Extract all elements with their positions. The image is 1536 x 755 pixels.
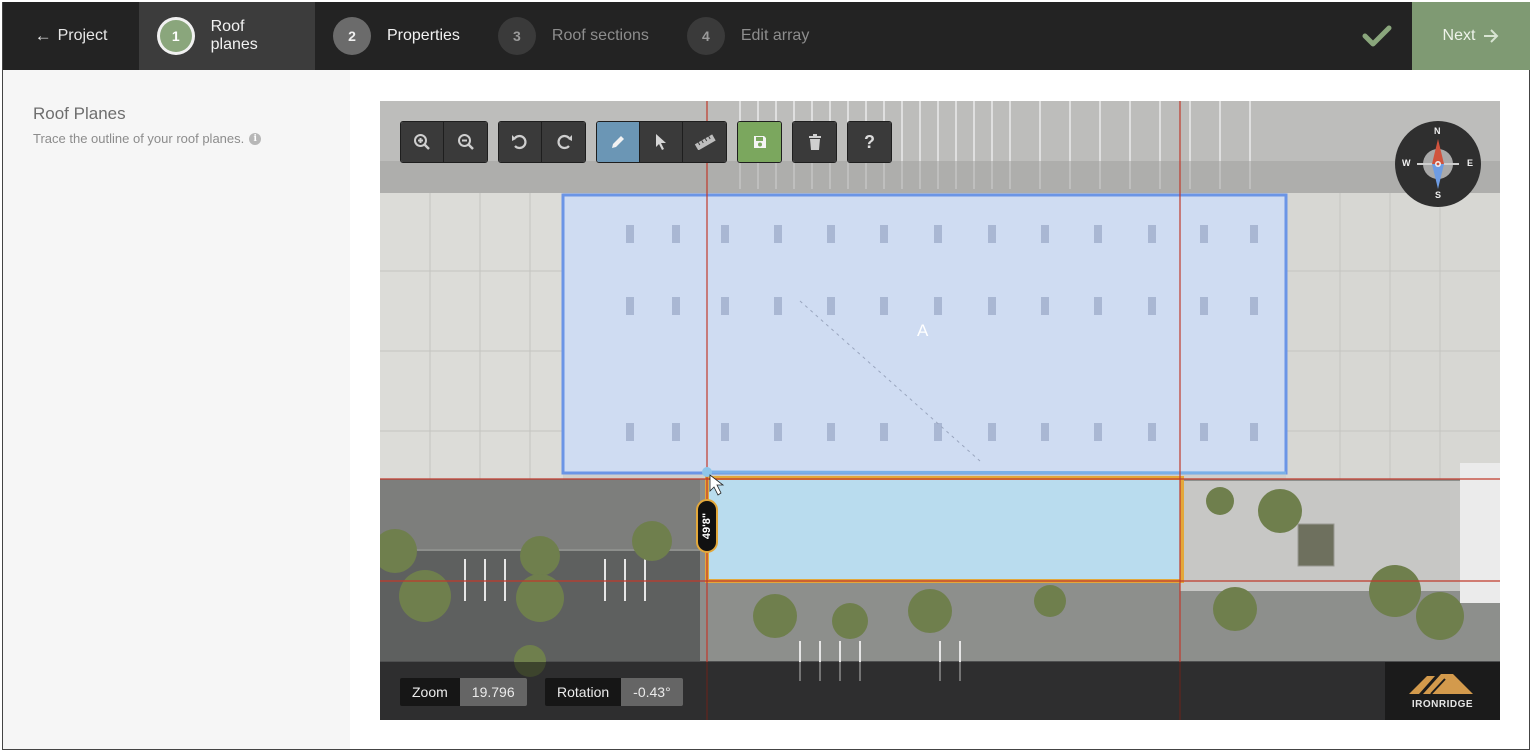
delete-button[interactable]: [793, 122, 836, 162]
rotation-value: -0.43°: [621, 678, 683, 706]
undo-icon: [512, 134, 527, 150]
step-label: Edit array: [740, 27, 810, 44]
compass-west: W: [1402, 158, 1411, 168]
roof-plane-in-progress[interactable]: [705, 476, 1184, 583]
delete-group: [792, 121, 837, 163]
step-label: Roof planes: [210, 18, 258, 53]
step-properties[interactable]: 2 Properties: [315, 2, 480, 70]
step-number: 1: [157, 17, 195, 55]
compass-south: S: [1435, 190, 1442, 200]
trash-icon: [808, 134, 821, 150]
brand-logo: IRONRIDGE: [1385, 662, 1500, 720]
sidebar-panel: Roof Planes Trace the outline of your ro…: [3, 70, 350, 749]
checkmark-icon: [1362, 25, 1392, 47]
roof-plane-label: A: [917, 321, 929, 340]
map-status-bar: Zoom 19.796 Rotation -0.43°: [380, 662, 1500, 720]
panel-subtitle: Trace the outline of your roof planes. i: [33, 131, 262, 146]
next-label: Next: [1442, 27, 1476, 44]
zoom-out-icon: [457, 134, 474, 150]
wizard-nav: ← Project 1 Roof planes 2 Properties 3 R…: [3, 2, 1530, 70]
zoom-group: [400, 121, 488, 163]
roof-plane-overlay: [380, 101, 1500, 720]
back-label: Project: [57, 27, 108, 44]
save-button[interactable]: [738, 122, 781, 162]
floppy-disk-icon: [753, 136, 766, 148]
confirm-check-button[interactable]: [1342, 2, 1412, 70]
pencil-icon: [612, 136, 624, 148]
ironridge-logo-icon: [1409, 674, 1473, 695]
arrow-left-icon: ←: [34, 26, 52, 45]
redo-button[interactable]: [542, 122, 585, 162]
zoom-in-button[interactable]: [401, 122, 444, 162]
next-button[interactable]: Next: [1412, 2, 1530, 70]
step-label: Roof sections: [551, 27, 649, 44]
draw-tool-button[interactable]: [597, 122, 640, 162]
info-icon[interactable]: i: [249, 132, 262, 145]
map-toolbar: ?: [400, 121, 892, 163]
zoom-out-button[interactable]: [444, 122, 487, 162]
help-group: ?: [847, 121, 892, 163]
zoom-value: 19.796: [459, 678, 527, 706]
edge-dimension-badge: 49'8": [696, 499, 718, 553]
compass-east: E: [1467, 158, 1474, 168]
save-group: [737, 121, 782, 163]
step-edit-array[interactable]: 4 Edit array: [669, 2, 829, 70]
question-mark-icon: ?: [864, 131, 875, 152]
compass-north: N: [1434, 126, 1441, 136]
compass-widget[interactable]: N S E W: [1395, 121, 1481, 207]
measure-tool-button[interactable]: [683, 122, 726, 162]
undo-button[interactable]: [499, 122, 542, 162]
help-button[interactable]: ?: [848, 122, 891, 162]
select-tool-button[interactable]: [640, 122, 683, 162]
rotation-label: Rotation: [545, 678, 622, 706]
ruler-icon: [694, 134, 716, 150]
redo-icon: [557, 134, 572, 150]
step-roof-sections[interactable]: 3 Roof sections: [480, 2, 669, 70]
history-group: [498, 121, 586, 163]
step-label: Properties: [387, 27, 460, 44]
tool-mode-group: [596, 121, 727, 163]
panel-title: Roof Planes: [33, 104, 126, 123]
step-roof-planes[interactable]: 1 Roof planes: [139, 2, 315, 70]
subtitle-text: Trace the outline of your roof planes.: [33, 131, 245, 146]
zoom-label: Zoom: [400, 678, 460, 706]
logo-text: IRONRIDGE: [1411, 699, 1474, 710]
zoom-readout: Zoom 19.796: [400, 678, 527, 706]
rotation-readout: Rotation -0.43°: [545, 678, 683, 706]
zoom-in-icon: [414, 134, 430, 150]
step-number: 3: [497, 17, 536, 55]
back-to-project-button[interactable]: ← Project: [3, 2, 139, 70]
map-canvas[interactable]: A 49'8" ? N S E W Zoom 19.796 Rotation -…: [380, 101, 1500, 720]
step-number: 4: [686, 17, 725, 55]
arrow-right-icon: [1484, 29, 1499, 43]
dimension-text: 49'8": [701, 512, 713, 540]
pointer-icon: [656, 134, 666, 150]
step-number: 2: [333, 17, 371, 55]
